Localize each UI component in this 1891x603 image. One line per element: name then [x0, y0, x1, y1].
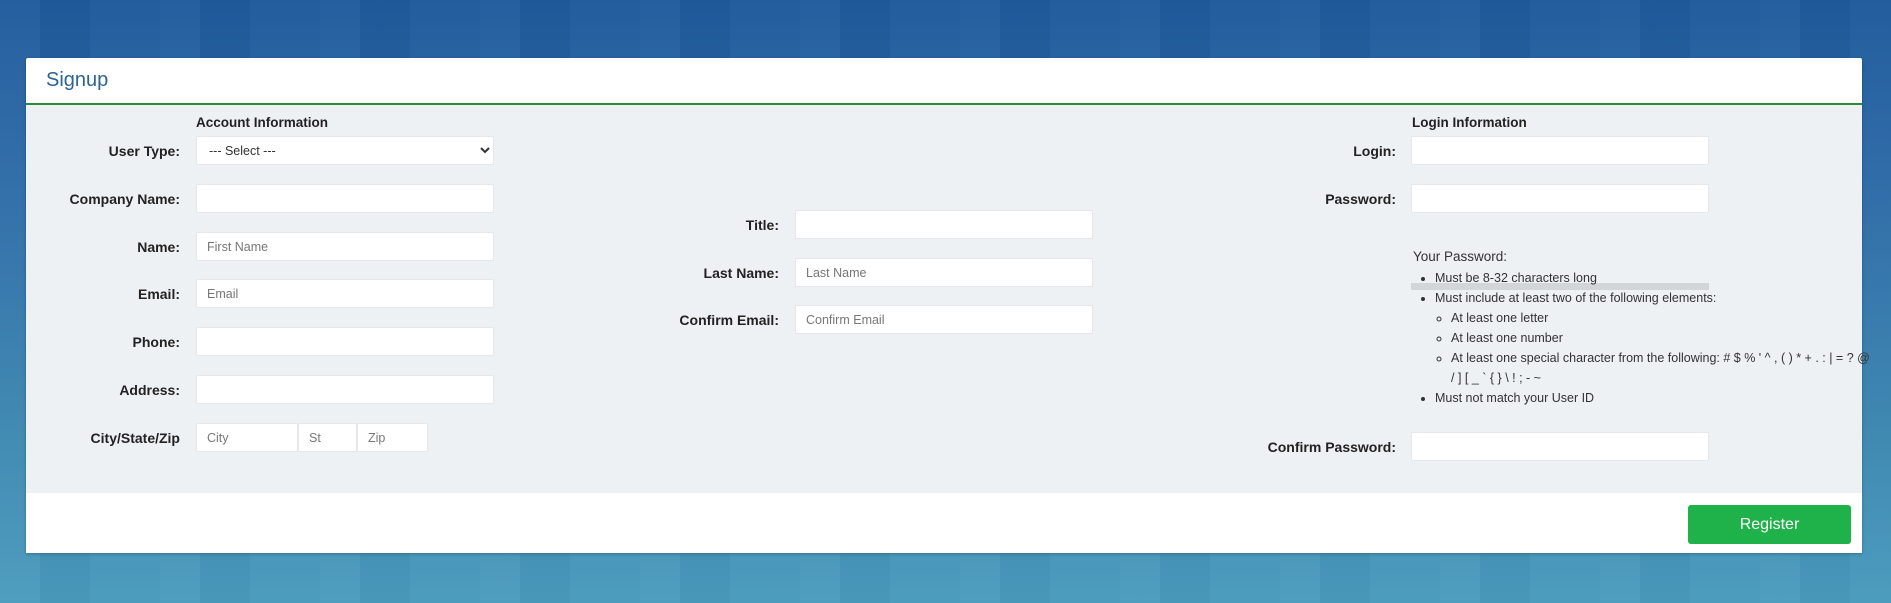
login-info-heading: Login Information	[1412, 115, 1527, 130]
rule-letter: At least one letter	[1451, 308, 1873, 328]
confirm-email-input[interactable]	[795, 305, 1093, 334]
user-type-select[interactable]: --- Select ---	[196, 136, 494, 165]
password-label: Password:	[1325, 191, 1396, 207]
company-name-input[interactable]	[196, 184, 494, 213]
first-name-input[interactable]	[196, 232, 494, 261]
phone-label: Phone:	[132, 334, 180, 350]
city-state-zip-label: City/State/Zip	[90, 430, 180, 446]
title-input[interactable]	[795, 210, 1093, 239]
rule-elements-text: Must include at least two of the followi…	[1435, 291, 1717, 305]
last-name-label: Last Name:	[703, 265, 779, 281]
signup-panel: Signup Account Information User Type: --…	[26, 58, 1870, 553]
page-title: Signup	[46, 69, 109, 91]
state-input[interactable]	[298, 423, 357, 452]
confirm-email-label: Confirm Email:	[679, 312, 779, 328]
email-label: Email:	[137, 286, 180, 302]
email-input[interactable]	[196, 279, 494, 308]
rule-no-match: Must not match your User ID	[1435, 388, 1873, 408]
account-info-heading: Account Information	[196, 115, 328, 130]
user-type-label: User Type:	[108, 143, 180, 159]
password-rules-list: Must be 8-32 characters long Must includ…	[1413, 268, 1873, 408]
login-input[interactable]	[1411, 136, 1709, 165]
confirm-password-label: Confirm Password:	[1267, 439, 1396, 455]
panel-header: Signup	[26, 58, 1862, 105]
rule-number: At least one number	[1451, 328, 1873, 348]
zip-input[interactable]	[357, 423, 428, 452]
password-rules-title: Your Password:	[1413, 249, 1508, 264]
rule-length: Must be 8-32 characters long	[1435, 268, 1873, 288]
rule-special: At least one special character from the …	[1451, 348, 1873, 388]
password-rules: Your Password: Must be 8-32 characters l…	[1413, 247, 1873, 408]
address-input[interactable]	[196, 375, 494, 404]
signup-form: Account Information User Type: --- Selec…	[26, 105, 1870, 493]
panel-footer	[26, 493, 1862, 553]
company-name-label: Company Name:	[69, 191, 180, 207]
login-label: Login:	[1353, 143, 1396, 159]
confirm-password-input[interactable]	[1411, 432, 1709, 461]
register-button[interactable]: Register	[1688, 505, 1851, 544]
city-input[interactable]	[196, 423, 298, 452]
title-label: Title:	[745, 217, 779, 233]
phone-input[interactable]	[196, 327, 494, 356]
rule-elements: Must include at least two of the followi…	[1435, 288, 1873, 388]
last-name-input[interactable]	[795, 258, 1093, 287]
address-label: Address:	[119, 382, 180, 398]
rule-elements-sublist: At least one letter At least one number …	[1435, 308, 1873, 388]
password-input[interactable]	[1411, 184, 1709, 213]
name-label: Name:	[137, 239, 180, 255]
